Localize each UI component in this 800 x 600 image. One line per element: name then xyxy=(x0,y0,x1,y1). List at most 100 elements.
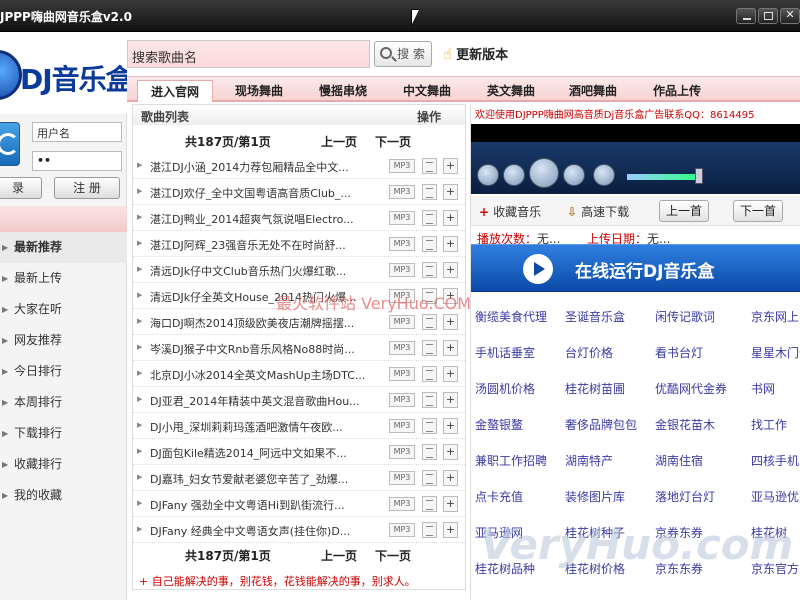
add-to-playlist-icon[interactable]: + xyxy=(443,470,458,486)
ad-link[interactable]: 桂花树品种 xyxy=(475,560,535,577)
add-to-playlist-icon[interactable]: + xyxy=(443,236,458,252)
next-page-link[interactable]: 下一页 xyxy=(375,133,411,150)
password-field[interactable]: •• xyxy=(32,151,122,171)
add-to-playlist-icon[interactable]: + xyxy=(443,314,458,330)
add-to-playlist-icon[interactable]: + xyxy=(443,262,458,278)
search-input[interactable]: 搜索歌曲名 xyxy=(127,40,370,68)
lyrics-icon[interactable] xyxy=(422,210,437,226)
sidebar-item-download-rank[interactable]: ▶ 下载排行 xyxy=(0,418,127,449)
song-row[interactable]: ▶ 湛江DJ鸭业_2014超爽气氛说唱Electro... MP3 + xyxy=(133,205,465,231)
add-to-playlist-icon[interactable]: + xyxy=(443,522,458,538)
song-title[interactable]: 湛江DJ鸭业_2014超爽气氛说唱Electro... xyxy=(150,211,380,227)
ad-link[interactable]: 京东网上 xyxy=(751,308,799,325)
lyrics-icon[interactable] xyxy=(422,262,437,278)
song-title[interactable]: DJ小甩_深圳莉莉玛莲酒吧激情午夜欧... xyxy=(150,419,380,435)
sidebar-item-my-favorites[interactable]: ▶ 我的收藏 xyxy=(0,480,127,511)
ad-link[interactable]: 亚马逊网 xyxy=(475,524,523,541)
lyrics-icon[interactable] xyxy=(422,158,437,174)
lyrics-icon[interactable] xyxy=(422,392,437,408)
ad-link[interactable]: 金螯银鳌 xyxy=(475,416,523,433)
mp3-button[interactable]: MP3 xyxy=(389,263,415,277)
song-title[interactable]: DJFany 强劲全中文粤语Hi到趴街流行... xyxy=(150,497,380,513)
lyrics-icon[interactable] xyxy=(422,184,437,200)
tab-chinese-dance[interactable]: 中文舞曲 xyxy=(387,80,467,102)
add-to-playlist-icon[interactable]: + xyxy=(443,340,458,356)
stop-icon[interactable] xyxy=(477,164,499,186)
lyrics-icon[interactable] xyxy=(422,418,437,434)
ad-link[interactable]: 京东东券 xyxy=(655,560,703,577)
volume-slider[interactable] xyxy=(627,174,697,180)
tab-live-dance[interactable]: 现场舞曲 xyxy=(219,80,299,102)
sidebar-item-everyone-listening[interactable]: ▶ 大家在听 xyxy=(0,294,127,325)
song-title[interactable]: 湛江DJ阿辉_23强音乐无处不在时尚舒... xyxy=(150,237,380,253)
ad-link[interactable]: 金银花苗木 xyxy=(655,416,715,433)
sidebar-item-latest-upload[interactable]: ▶ 最新上传 xyxy=(0,263,127,294)
ad-link[interactable]: 装修图片库 xyxy=(565,488,625,505)
next-track-button[interactable]: 下一首 xyxy=(733,200,783,222)
previous-track-button[interactable]: 上一首 xyxy=(659,200,709,222)
ad-link[interactable]: 闲传记歌词 xyxy=(655,308,715,325)
song-row[interactable]: ▶ DJ小甩_深圳莉莉玛莲酒吧激情午夜欧... MP3 + xyxy=(133,413,465,439)
song-title[interactable]: 岑溪DJ猴子中文Rnb音乐风格No88时尚... xyxy=(150,341,380,357)
song-row[interactable]: ▶ DJ面包Kile精选2014_阿远中文如果不... MP3 + xyxy=(133,439,465,465)
maximize-button[interactable] xyxy=(758,8,778,24)
mp3-button[interactable]: MP3 xyxy=(389,393,415,407)
tab-upload-work[interactable]: 作品上传 xyxy=(637,80,717,102)
ad-link[interactable]: 京券东券 xyxy=(655,524,703,541)
ad-link[interactable]: 看书台灯 xyxy=(655,344,703,361)
sidebar-item-latest-recommend[interactable]: ▶ 最新推荐 xyxy=(0,232,127,263)
mp3-button[interactable]: MP3 xyxy=(389,523,415,537)
ad-link[interactable]: 湖南特产 xyxy=(565,452,613,469)
ad-link[interactable]: 桂花树价格 xyxy=(565,560,625,577)
song-title[interactable]: 湛江DJ欢仔_全中文国粤语高音质Club_... xyxy=(150,185,380,201)
sidebar-item-today-rank[interactable]: ▶ 今日排行 xyxy=(0,356,127,387)
song-title[interactable]: 北京DJ小冰2014全英文MashUp主场DTC... xyxy=(150,367,380,383)
add-to-playlist-icon[interactable]: + xyxy=(443,210,458,226)
ad-link[interactable]: 书网 xyxy=(751,380,775,397)
update-version-link[interactable]: ☝ 更新版本 xyxy=(443,44,508,63)
next-page-link[interactable]: 下一页 xyxy=(375,547,411,564)
mp3-button[interactable]: MP3 xyxy=(389,367,415,381)
mp3-button[interactable]: MP3 xyxy=(389,289,415,303)
sidebar-item-favorite-rank[interactable]: ▶ 收藏排行 xyxy=(0,449,127,480)
ad-link[interactable]: 台灯价格 xyxy=(565,344,613,361)
fast-download-button[interactable]: ⇩ 高速下载 xyxy=(567,203,629,220)
minimize-button[interactable] xyxy=(736,8,756,24)
add-to-playlist-icon[interactable]: + xyxy=(443,366,458,382)
previous-icon[interactable] xyxy=(503,164,525,186)
song-title[interactable]: 湛江DJ小涵_2014力荐包厢精品全中文... xyxy=(150,159,380,175)
tab-bar-dance[interactable]: 酒吧舞曲 xyxy=(553,80,633,102)
lyrics-icon[interactable] xyxy=(422,444,437,460)
song-title[interactable]: DJ面包Kile精选2014_阿远中文如果不... xyxy=(150,445,380,461)
lyrics-icon[interactable] xyxy=(422,470,437,486)
song-title[interactable]: 海口DJ啊杰2014顶级欧美夜店潮牌摇摆... xyxy=(150,315,380,331)
search-button[interactable]: 搜 索 xyxy=(374,41,432,67)
lyrics-icon[interactable] xyxy=(422,314,437,330)
song-title[interactable]: 清远DJk仔全英文House_2014热门火爆... xyxy=(150,289,380,305)
run-online-button[interactable]: 在线运行DJ音乐盒 xyxy=(471,244,800,292)
ad-link[interactable]: 四核手机 xyxy=(751,452,799,469)
song-row[interactable]: ▶ DJFany 经典全中文粤语女声(挂住你)D... MP3 + xyxy=(133,517,465,543)
lyrics-icon[interactable] xyxy=(422,496,437,512)
mp3-button[interactable]: MP3 xyxy=(389,497,415,511)
add-to-playlist-icon[interactable]: + xyxy=(443,184,458,200)
play-icon[interactable] xyxy=(529,158,559,188)
ad-link[interactable]: 优酷网代金券 xyxy=(655,380,727,397)
song-row[interactable]: ▶ 岑溪DJ猴子中文Rnb音乐风格No88时尚... MP3 + xyxy=(133,335,465,361)
ad-link[interactable]: 圣诞音乐盒 xyxy=(565,308,625,325)
ad-link[interactable]: 桂花树 xyxy=(751,524,787,541)
ad-link[interactable]: 奢侈品牌包包 xyxy=(565,416,637,433)
ad-link[interactable]: 桂花树苗圃 xyxy=(565,380,625,397)
ad-link[interactable]: 点卡充值 xyxy=(475,488,523,505)
mp3-button[interactable]: MP3 xyxy=(389,211,415,225)
add-to-playlist-icon[interactable]: + xyxy=(443,418,458,434)
song-title[interactable]: DJFany 经典全中文粤语女声(挂住你)D... xyxy=(150,523,380,539)
mp3-button[interactable]: MP3 xyxy=(389,159,415,173)
mp3-button[interactable]: MP3 xyxy=(389,445,415,459)
close-button[interactable]: ✕ xyxy=(780,8,800,24)
ad-link[interactable]: 湖南住宿 xyxy=(655,452,703,469)
mp3-button[interactable]: MP3 xyxy=(389,471,415,485)
favorite-music-button[interactable]: + 收藏音乐 xyxy=(479,203,541,220)
ad-link[interactable]: 手机话垂室 xyxy=(475,344,535,361)
song-row[interactable]: ▶ 清远DJk仔中文Club音乐热门火爆红歌... MP3 + xyxy=(133,257,465,283)
